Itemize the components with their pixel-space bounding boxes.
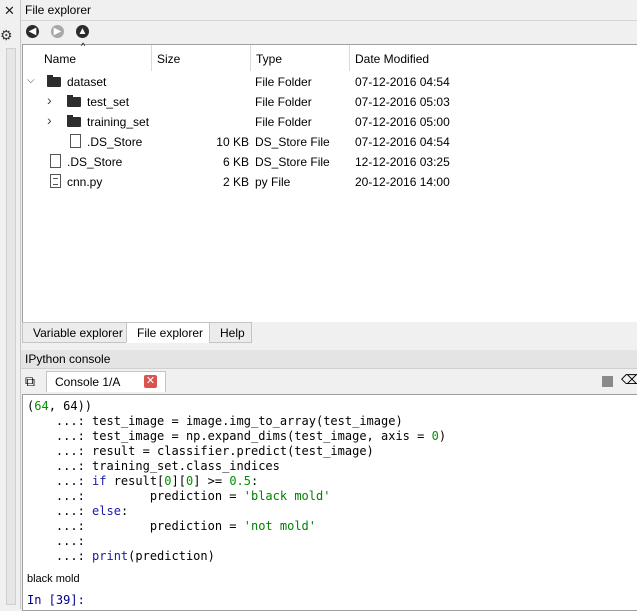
console-toolbar: ⧉ Console 1/A ✕ ⌫ xyxy=(21,369,637,393)
gear-icon[interactable]: ⚙ xyxy=(0,27,13,44)
file-icon xyxy=(50,154,61,168)
file-tree: Name ^ Size Type Date Modified ⌵ dataset Fi… xyxy=(22,41,637,323)
cell-name: .DS_Store xyxy=(87,135,143,149)
cell-size: 6 KB xyxy=(222,155,249,169)
table-row[interactable]: .DS_Store 6 KB DS_Store File 12-12-2016 03:… xyxy=(23,152,637,172)
cell-type: DS_Store File xyxy=(255,155,330,169)
chevron-icon[interactable]: › xyxy=(47,112,52,128)
column-header-size[interactable]: Size xyxy=(151,45,251,71)
ipython-titlebar: IPython console xyxy=(21,350,637,369)
cell-name: dataset xyxy=(67,75,107,89)
chevron-icon[interactable]: ⌵ xyxy=(27,75,35,86)
table-row[interactable]: › training_set File Folder 07-12-2016 05:00 xyxy=(23,112,637,132)
column-header-type[interactable]: Type xyxy=(250,45,350,71)
cell-date: 07-12-2016 05:03 xyxy=(355,95,450,109)
tab-variable-explorer[interactable]: Variable explorer xyxy=(22,322,127,343)
cell-date: 07-12-2016 04:54 xyxy=(355,135,450,149)
column-label: Name xyxy=(44,52,77,66)
cell-size: 10 KB xyxy=(216,135,249,149)
table-row[interactable]: › test_set File Folder 07-12-2016 05:03 xyxy=(23,92,637,112)
table-row[interactable]: cnn.py 2 KB py File 20-12-2016 14:00 xyxy=(23,172,637,192)
back-icon[interactable]: ◀ xyxy=(26,25,39,38)
cell-date: 20-12-2016 14:00 xyxy=(355,175,450,189)
console-line: (64, 64)) xyxy=(27,399,93,413)
cell-type: DS_Store File xyxy=(255,135,330,149)
tab-label: File explorer xyxy=(137,326,204,340)
folder-icon xyxy=(67,95,81,107)
console-output-text: black mold xyxy=(27,573,80,585)
up-icon[interactable]: ▲ xyxy=(76,25,89,38)
tab-label: Help xyxy=(220,326,245,340)
cell-name: cnn.py xyxy=(67,175,103,189)
new-console-icon[interactable]: ⧉ xyxy=(25,373,35,390)
console-prompt[interactable]: In [39]: xyxy=(27,593,85,607)
console-line: ...: test_image = np.expand_dims(test_im… xyxy=(27,429,447,443)
folder-icon xyxy=(67,115,81,127)
cell-name: .DS_Store xyxy=(67,155,123,169)
pane-title: File explorer xyxy=(25,3,92,17)
column-header-name[interactable]: Name ^ xyxy=(23,41,152,71)
cell-type: File Folder xyxy=(255,75,312,89)
console-line: ...: prediction = 'black mold' xyxy=(27,489,331,503)
console-line: ...: training_set.class_indices xyxy=(27,459,280,473)
tab-file-explorer[interactable]: File explorer xyxy=(126,322,210,343)
chevron-icon[interactable]: › xyxy=(47,92,52,108)
sort-caret-icon: ^ xyxy=(81,41,86,51)
cell-date: 12-12-2016 03:25 xyxy=(355,155,450,169)
console-output[interactable]: (64, 64)) ...: test_image = image.img_to… xyxy=(22,394,637,611)
clear-console-icon[interactable]: ⌫ xyxy=(621,372,637,388)
column-label: Date Modified xyxy=(355,52,430,66)
column-label: Type xyxy=(256,52,283,66)
console-tab[interactable]: Console 1/A ✕ xyxy=(46,371,166,392)
folder-icon xyxy=(47,75,61,87)
file-explorer-titlebar: File explorer xyxy=(21,0,637,21)
stop-icon[interactable] xyxy=(602,376,613,387)
tab-help[interactable]: Help xyxy=(209,322,252,343)
pane-title: IPython console xyxy=(25,352,111,366)
cell-date: 07-12-2016 05:00 xyxy=(355,115,450,129)
console-line: ...: print(prediction) xyxy=(27,549,215,563)
file-icon xyxy=(70,134,81,148)
cell-type: File Folder xyxy=(255,95,312,109)
table-row[interactable]: .DS_Store 10 KB DS_Store File 07-12-2016 04… xyxy=(23,132,637,152)
cell-type: File Folder xyxy=(255,115,312,129)
cell-name: training_set xyxy=(87,115,150,129)
console-line: ...: if result[0][0] >= 0.5: xyxy=(27,474,259,488)
column-label: Size xyxy=(157,52,181,66)
close-tab-icon[interactable]: ✕ xyxy=(144,375,157,388)
scrollbar[interactable] xyxy=(6,48,16,605)
cell-type: py File xyxy=(255,175,291,189)
forward-icon[interactable]: ▶ xyxy=(51,25,64,38)
file-explorer-toolbar: ◀ ▶ ▲ xyxy=(21,21,637,43)
console-line: ...: prediction = 'not mold' xyxy=(27,519,316,533)
tab-label: Variable explorer xyxy=(33,326,123,340)
cell-date: 07-12-2016 04:54 xyxy=(355,75,450,89)
table-row[interactable]: ⌵ dataset File Folder 07-12-2016 04:54 xyxy=(23,72,637,92)
column-header-date[interactable]: Date Modified xyxy=(349,45,637,71)
cell-size: 2 KB xyxy=(222,175,249,189)
pane-tabbar: Variable explorer File explorer Help xyxy=(22,322,637,343)
console-line: ...: xyxy=(27,534,93,548)
console-line: ...: else: xyxy=(27,504,129,518)
console-line: ...: result = classifier.predict(test_im… xyxy=(27,444,374,458)
left-toolbar-strip: ✕ ⚙ xyxy=(0,0,21,609)
console-line: ...: test_image = image.img_to_array(tes… xyxy=(27,414,403,428)
py-file-icon xyxy=(50,174,61,188)
close-icon[interactable]: ✕ xyxy=(4,3,15,19)
cell-name: test_set xyxy=(87,95,130,109)
console-tab-label: Console 1/A xyxy=(55,375,121,389)
